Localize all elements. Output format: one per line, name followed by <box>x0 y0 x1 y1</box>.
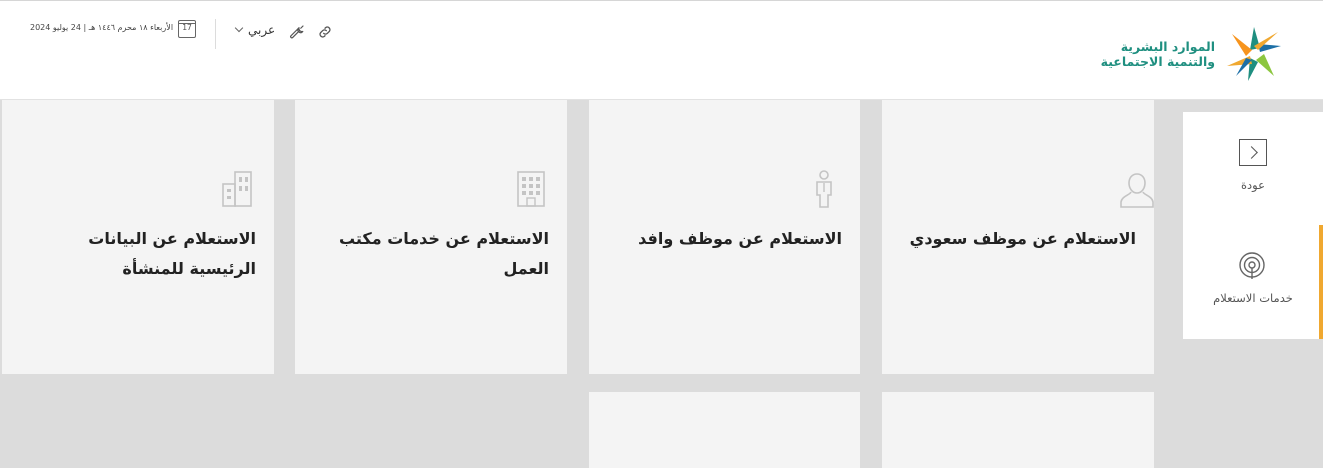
star-emblem-icon <box>1227 27 1281 81</box>
header-divider <box>215 19 216 49</box>
back-label: عودة <box>1241 178 1265 192</box>
building-icon <box>517 171 545 207</box>
calendar-icon: 17 <box>178 20 196 38</box>
user-icon <box>1120 173 1154 208</box>
card-title: الاستعلام عن موظف وافد <box>638 229 842 248</box>
logo-line-1: الموارد البشرية <box>1120 39 1215 54</box>
card-expat-employee[interactable]: الاستعلام عن موظف وافد <box>589 100 860 374</box>
chevron-down-icon <box>234 23 244 33</box>
buildings-icon <box>222 171 252 207</box>
broadcast-icon <box>1239 252 1265 279</box>
chevron-right-icon <box>1239 139 1267 166</box>
top-header: الأربعاء ١٨ محرم ١٤٤٦ هـ | 24 يوليو 2024… <box>0 0 1323 100</box>
back-button[interactable]: عودة <box>1183 112 1323 225</box>
card-row2-1[interactable] <box>882 392 1154 468</box>
inquiry-services-item[interactable]: خدمات الاستعلام <box>1183 225 1323 339</box>
card-saudi-employee[interactable]: الاستعلام عن موظف سعودي <box>882 100 1154 374</box>
card-labor-office[interactable]: الاستعلام عن خدمات مكتب العمل <box>295 100 567 374</box>
language-selector[interactable]: عربي <box>234 23 276 37</box>
link-icon[interactable] <box>317 24 333 40</box>
wrench-icon[interactable] <box>288 23 306 41</box>
calendar-day: 17 <box>182 23 192 32</box>
logo-line-2: والتنمية الاجتماعية <box>1100 54 1215 69</box>
date-display: الأربعاء ١٨ محرم ١٤٤٦ هـ | 24 يوليو 2024 <box>30 23 173 32</box>
ministry-logo[interactable]: الموارد البشرية والتنمية الاجتماعية <box>1101 25 1285 83</box>
date-text: الأربعاء ١٨ محرم ١٤٤٦ هـ | 24 يوليو 2024 <box>30 23 174 32</box>
logo-text: الموارد البشرية والتنمية الاجتماعية <box>1101 39 1215 69</box>
side-panel: عودة خدمات الاستعلام <box>1183 112 1323 339</box>
card-establishment-data[interactable]: الاستعلام عن البيانات الرئيسية للمنشأة <box>2 100 274 374</box>
card-title: الاستعلام عن خدمات مكتب العمل <box>338 229 549 278</box>
person-icon <box>816 170 832 208</box>
card-title: الاستعلام عن موظف سعودي <box>909 229 1136 248</box>
card-row2-2[interactable] <box>589 392 860 468</box>
card-title: الاستعلام عن البيانات الرئيسية للمنشأة <box>88 229 256 278</box>
language-label: عربي <box>248 23 276 37</box>
services-label: خدمات الاستعلام <box>1213 291 1293 305</box>
